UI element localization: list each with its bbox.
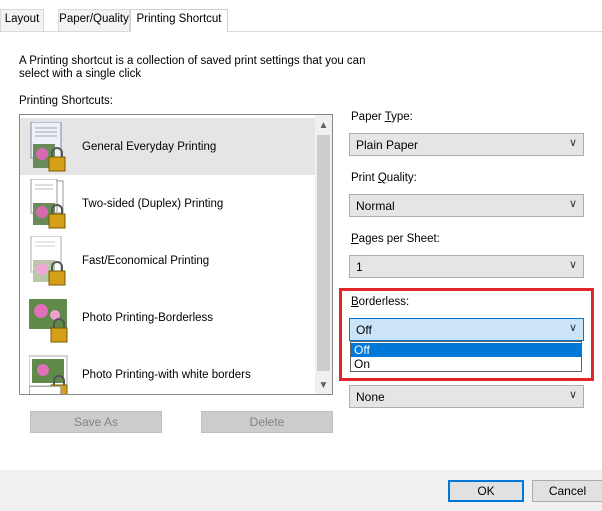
print-quality-select[interactable]: Normal ∨ <box>349 194 584 217</box>
scroll-up-icon[interactable]: ▲ <box>315 117 332 134</box>
chevron-down-icon: ∨ <box>568 198 577 210</box>
shortcut-label: Photo Printing-with white borders <box>82 368 251 381</box>
cancel-button[interactable]: Cancel <box>532 480 602 502</box>
tab-printing-shortcut[interactable]: Printing Shortcut <box>130 9 228 32</box>
list-scrollbar[interactable]: ▲ ▼ <box>315 115 332 394</box>
shortcut-label: General Everyday Printing <box>82 140 217 153</box>
pages-per-sheet-value: 1 <box>356 260 363 274</box>
shortcut-label: Two-sided (Duplex) Printing <box>82 197 224 210</box>
shortcut-item-general[interactable]: General Everyday Printing <box>20 118 315 175</box>
chevron-down-icon: ∨ <box>568 259 577 271</box>
shortcut-label: Fast/Economical Printing <box>82 254 210 267</box>
shortcuts-list[interactable]: General Everyday Printing Two-sided (Dup… <box>19 114 333 395</box>
description-text: A Printing shortcut is a collection of s… <box>19 55 399 81</box>
tab-paper-quality[interactable]: Paper/Quality <box>58 9 130 31</box>
highlight-callout-box <box>339 288 594 381</box>
chevron-down-icon: ∨ <box>568 389 577 401</box>
scroll-down-icon[interactable]: ▼ <box>315 377 332 394</box>
pages-per-sheet-select[interactable]: 1 ∨ <box>349 255 584 278</box>
pages-per-sheet-label: Pages per Sheet: <box>351 233 440 245</box>
shortcut-item-economical[interactable]: Fast/Economical Printing <box>20 232 315 289</box>
paper-type-select[interactable]: Plain Paper ∨ <box>349 133 584 156</box>
delete-button[interactable]: Delete <box>201 411 333 433</box>
tab-layout[interactable]: Layout <box>0 9 44 31</box>
duplex-document-lock-icon <box>30 179 66 229</box>
scrollbar-thumb[interactable] <box>317 135 330 371</box>
paper-type-value: Plain Paper <box>356 138 419 152</box>
document-photo-lock-icon <box>30 122 66 172</box>
chevron-down-icon: ∨ <box>568 137 577 149</box>
print-quality-label: Print Quality: <box>351 172 417 184</box>
shortcut-item-partial <box>29 386 61 394</box>
tab-panel-border <box>0 31 602 32</box>
shortcut-item-duplex[interactable]: Two-sided (Duplex) Printing <box>20 175 315 232</box>
obscured-setting-select[interactable]: None ∨ <box>349 385 584 408</box>
shortcuts-heading: Printing Shortcuts: <box>19 95 113 107</box>
ok-button[interactable]: OK <box>448 480 524 502</box>
description-line-2: select with a single click <box>19 68 142 80</box>
shortcut-item-photo-white-borders[interactable]: Photo Printing-with white borders <box>20 346 315 394</box>
economical-document-lock-icon <box>30 236 66 286</box>
shortcut-item-photo-borderless[interactable]: Photo Printing-Borderless <box>20 289 315 346</box>
description-line-1: A Printing shortcut is a collection of s… <box>19 55 366 67</box>
obscured-setting-value: None <box>356 390 385 404</box>
print-quality-value: Normal <box>356 199 395 213</box>
save-as-button[interactable]: Save As <box>30 411 162 433</box>
shortcut-label: Photo Printing-Borderless <box>82 311 214 324</box>
photo-lock-icon <box>29 299 68 343</box>
paper-type-label: Paper Type: <box>351 111 413 123</box>
